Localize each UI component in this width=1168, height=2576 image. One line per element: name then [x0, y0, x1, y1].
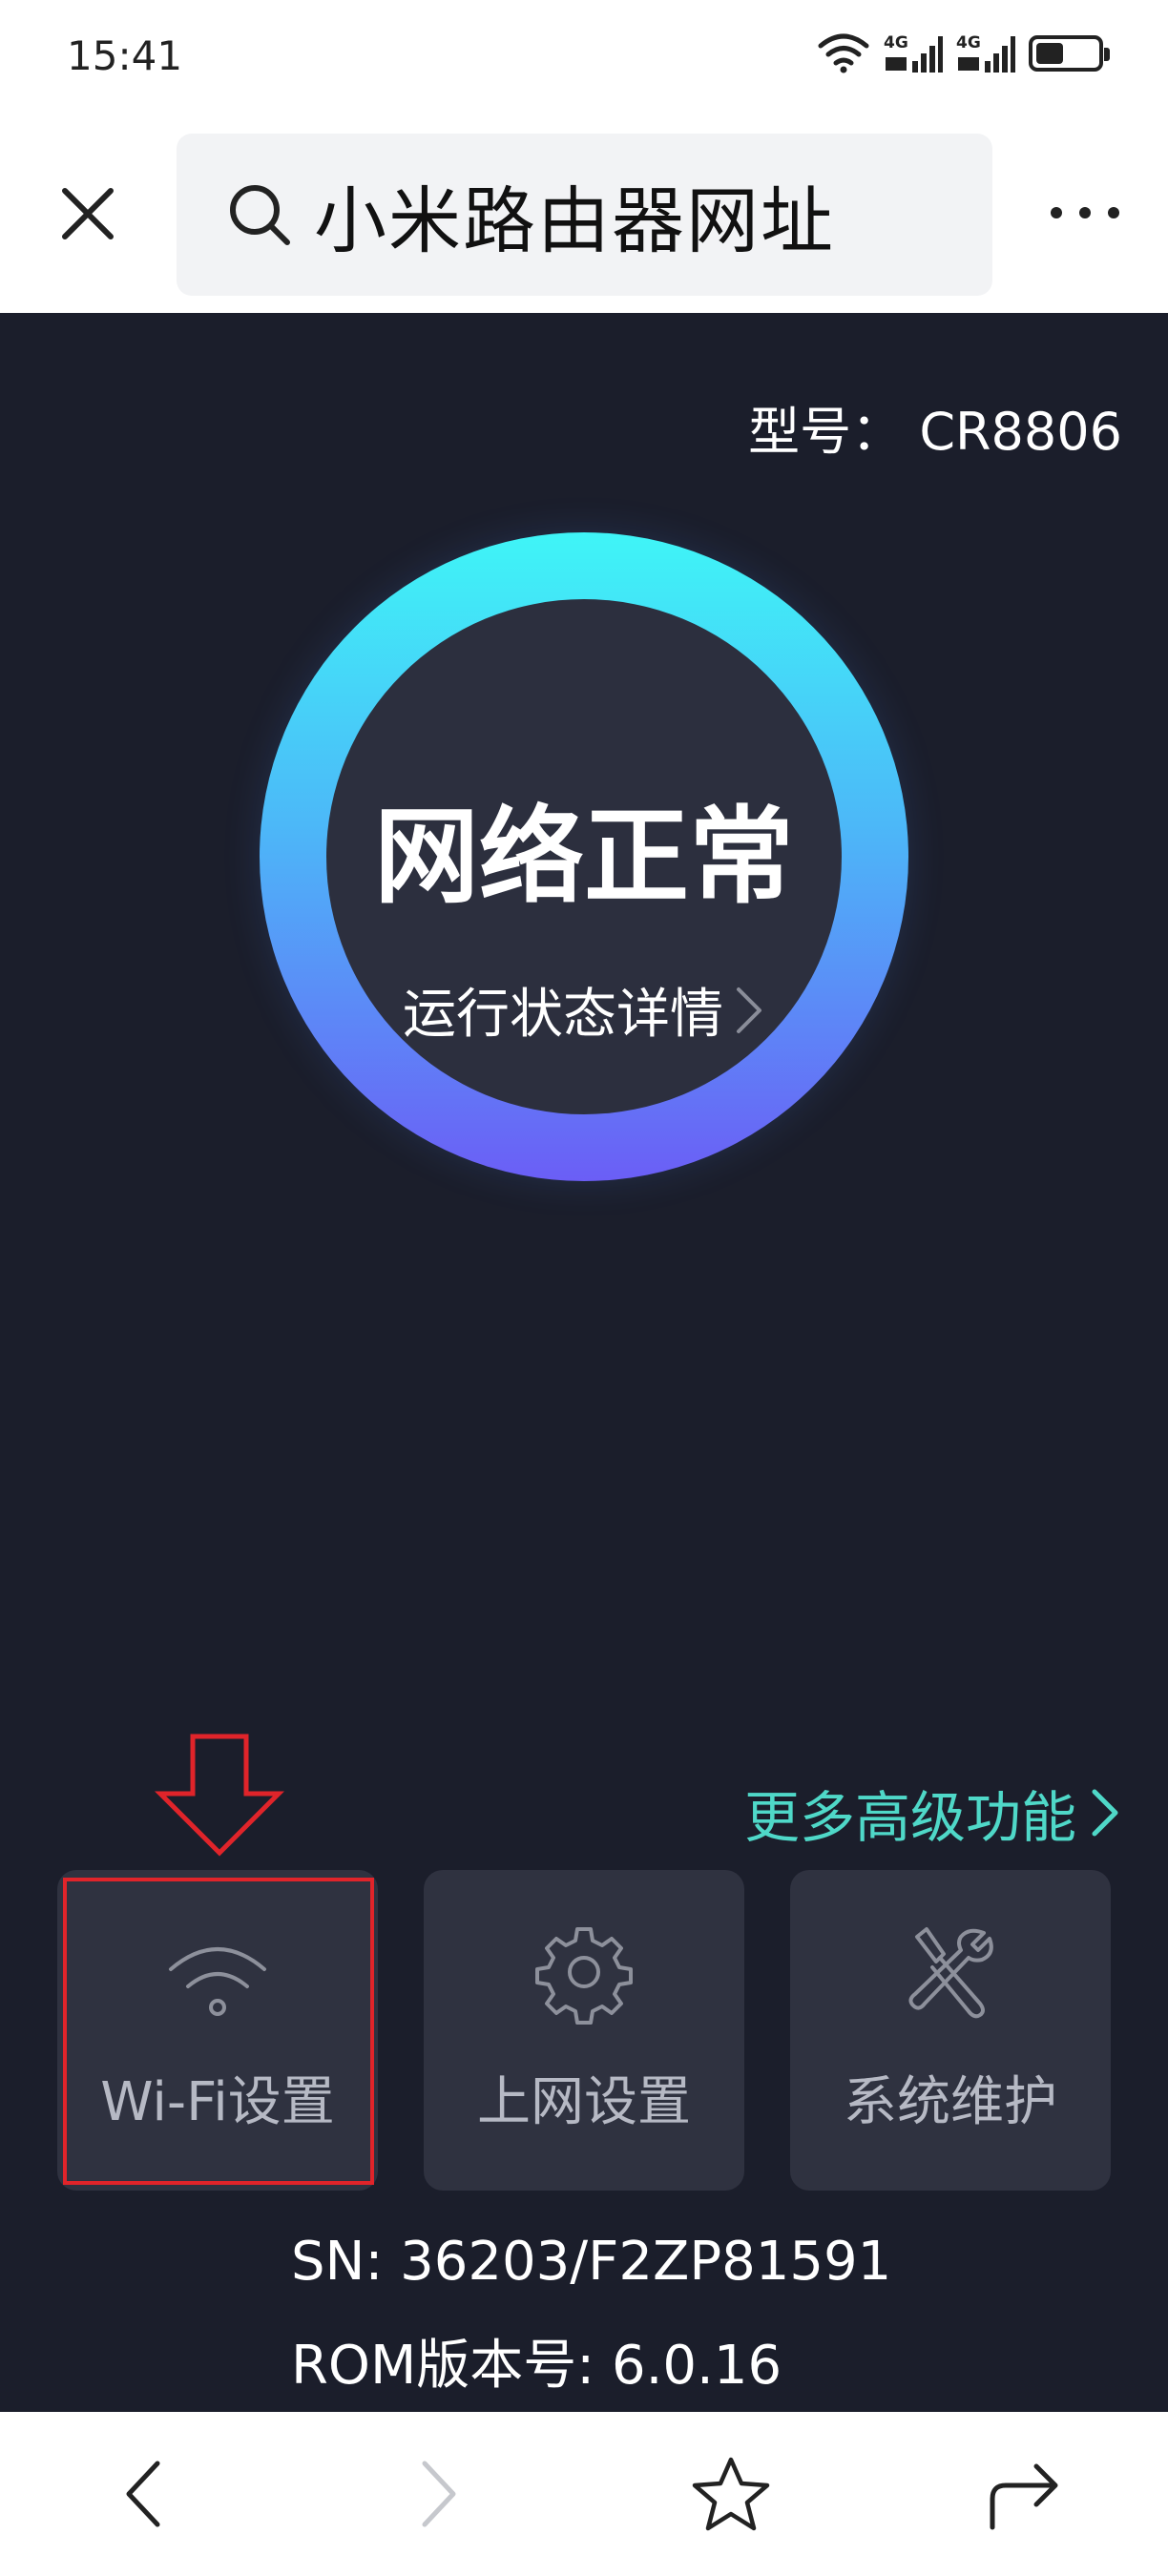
battery-icon — [1029, 35, 1110, 72]
gear-icon — [535, 1927, 633, 2025]
browser-bottom-bar — [0, 2412, 1168, 2576]
internet-settings-card[interactable]: 上网设置 — [424, 1870, 744, 2191]
chevron-right-icon — [1092, 1789, 1118, 1837]
signal-label: 4G — [956, 33, 981, 52]
signal-4g-icon: 4G — [956, 33, 1015, 73]
share-button[interactable] — [977, 2446, 1073, 2542]
status-details-label: 运行状态详情 — [403, 984, 723, 1046]
system-maintenance-label: 系统维护 — [844, 2071, 1057, 2133]
share-icon — [990, 2463, 1058, 2530]
status-ring: 网络正常 运行状态详情 — [260, 532, 908, 1181]
star-icon — [692, 2457, 770, 2531]
system-maintenance-card[interactable]: 系统维护 — [790, 1870, 1111, 2191]
more-icon — [1051, 207, 1119, 218]
router-admin-page: 型号： CR8806 网络正常 运行状态详情 更多高级功能 Wi-Fi设置 上网… — [0, 313, 1168, 2412]
internet-settings-label: 上网设置 — [477, 2071, 691, 2133]
status-ring-inner: 网络正常 运行状态详情 — [326, 599, 842, 1114]
arrow-down-annotation-icon — [155, 1734, 284, 1857]
search-box[interactable]: 小米路由器网址 — [177, 134, 992, 296]
status-icons: 4G 4G — [817, 32, 1110, 74]
wifi-icon — [818, 33, 869, 73]
signal-4g-icon: 4G — [884, 33, 943, 73]
status-time: 15:41 — [67, 32, 183, 79]
signal-label: 4G — [884, 33, 908, 52]
search-query-text: 小米路由器网址 — [314, 178, 835, 263]
chevron-right-icon — [737, 987, 761, 1033]
tools-icon — [908, 1927, 993, 2019]
advanced-features-link[interactable]: 更多高级功能 — [744, 1773, 1120, 1853]
browser-top-bar: 15:41 4G 4G 小米路由器网址 — [0, 0, 1168, 313]
battery-fill — [1036, 43, 1063, 64]
back-icon — [126, 2461, 160, 2527]
advanced-features-label: 更多高级功能 — [743, 1785, 1076, 1850]
back-button[interactable] — [95, 2446, 191, 2542]
status-details-link[interactable]: 运行状态详情 — [326, 971, 842, 1049]
wifi-settings-highlight — [63, 1878, 374, 2185]
model-label: 型号： CR8806 — [748, 402, 1122, 462]
serial-number: SN: 36203/F2ZP81591 — [291, 2231, 892, 2293]
rom-version: ROM版本号: 6.0.16 — [291, 2335, 782, 2397]
more-options-button[interactable] — [1032, 179, 1137, 246]
forward-button[interactable] — [391, 2446, 487, 2542]
close-button[interactable] — [48, 174, 128, 254]
search-icon — [230, 185, 290, 245]
network-status-title: 网络正常 — [374, 796, 794, 918]
forward-icon — [422, 2461, 456, 2527]
close-icon — [62, 188, 114, 239]
bookmark-button[interactable] — [683, 2446, 779, 2542]
